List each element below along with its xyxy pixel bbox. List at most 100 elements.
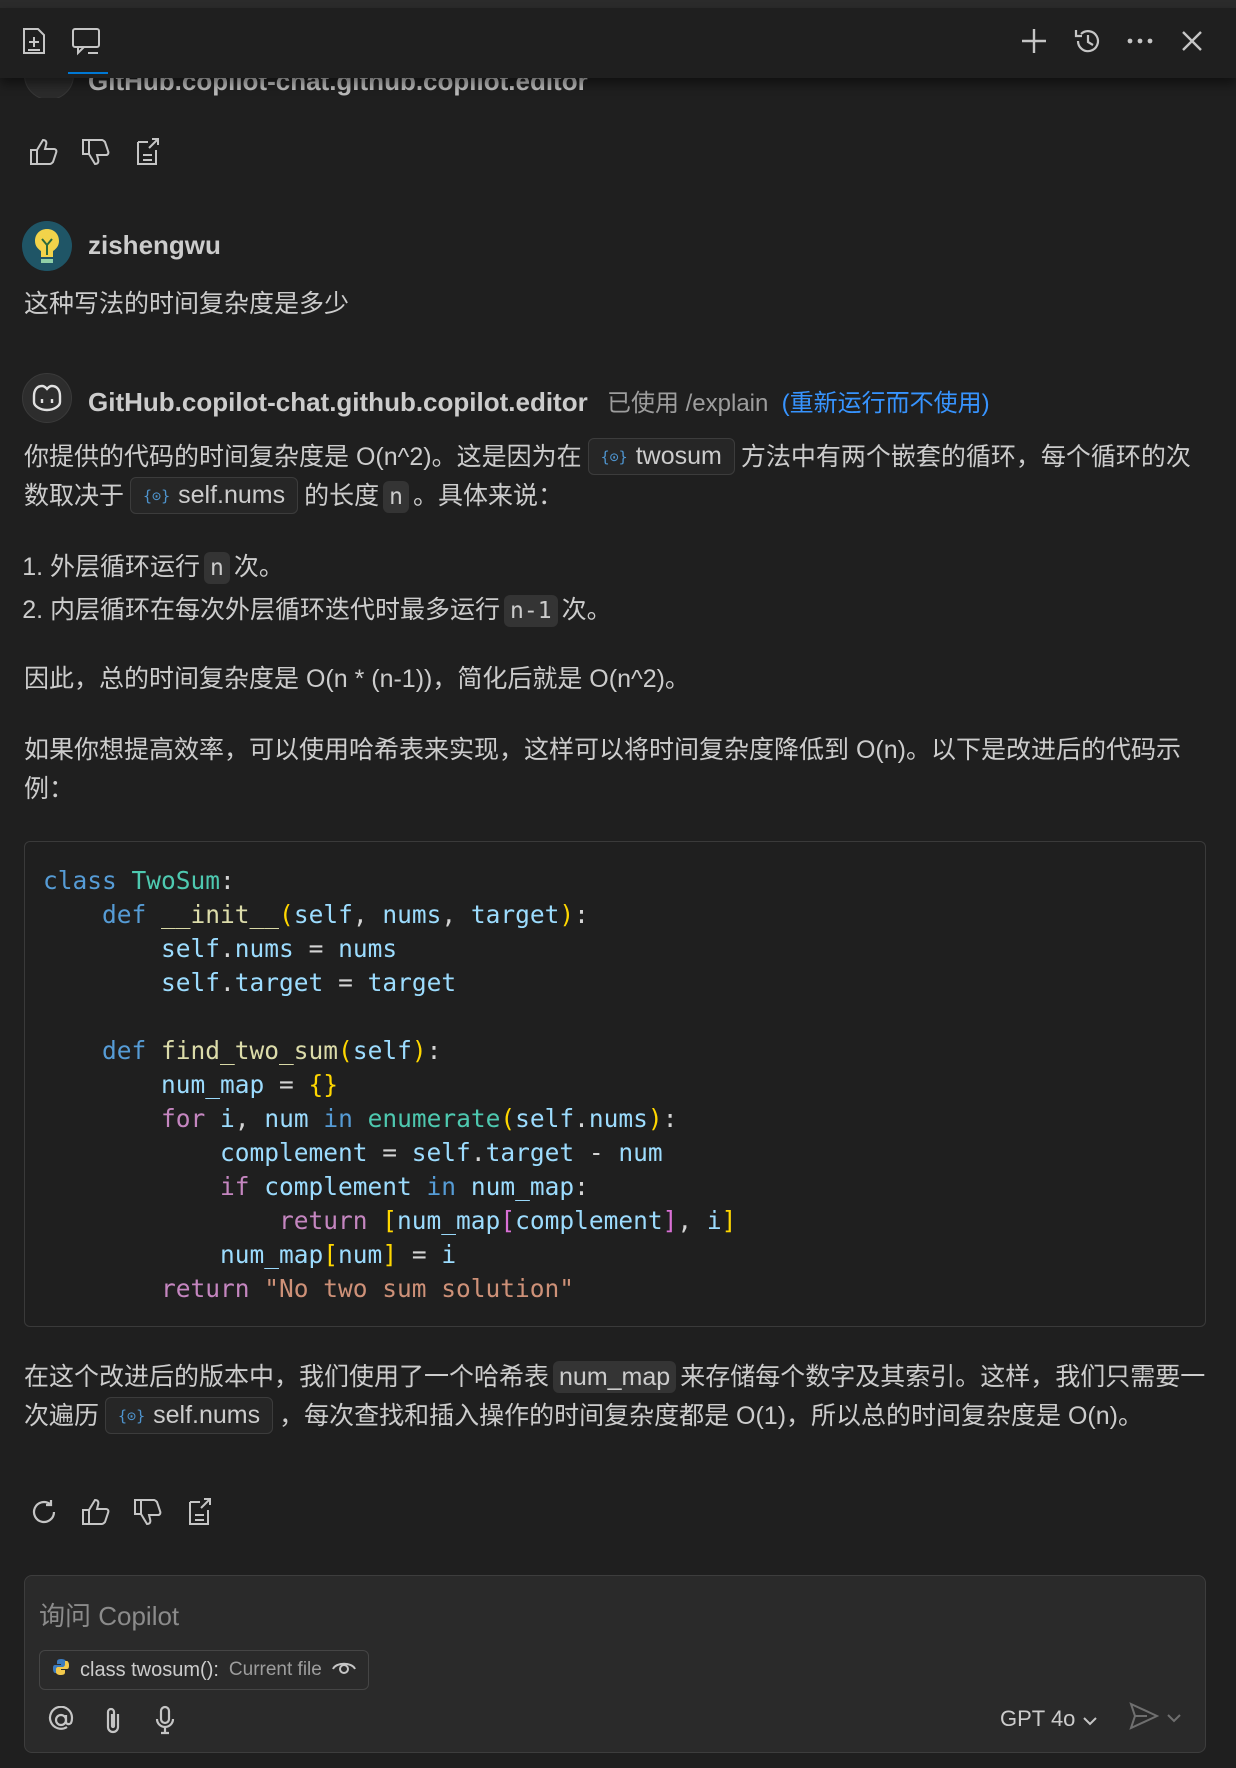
close-icon[interactable] (1174, 23, 1210, 59)
code-token: , (234, 1104, 265, 1133)
user-question: 这种写法的时间复杂度是多少 (24, 290, 350, 318)
active-view-indicator (68, 72, 108, 74)
code-token: self (515, 1104, 575, 1133)
step-item: 外层循环运行n次。 (50, 546, 612, 589)
code-token: : (220, 866, 235, 895)
previous-message-actions (28, 136, 164, 168)
chat-input-box[interactable]: 询问 Copilot class twosum(): Current file … (24, 1575, 1206, 1753)
more-icon[interactable] (1122, 23, 1158, 59)
code-token: num_map (161, 1070, 265, 1099)
code-token: ] (721, 1206, 737, 1235)
code-token: self (411, 1138, 471, 1167)
code-line: if complement in num_map: (43, 1170, 1187, 1204)
inline-code: n (204, 552, 230, 584)
code-token: ] (382, 1240, 398, 1269)
code-token: : (574, 900, 589, 929)
self-nums-reference[interactable]: {⊙} self.nums (130, 477, 299, 514)
rerun-without-link[interactable]: (重新运行而不使用) (782, 390, 990, 417)
code-token: complement (264, 1172, 412, 1201)
insert-into-file-icon[interactable] (184, 1496, 216, 1528)
send-button[interactable] (1129, 1702, 1181, 1735)
answer-paragraph-1: 你提供的代码的时间复杂度是 O(n^2)。这是因为在 {⊙} twosum 方法中有两… (24, 438, 1210, 516)
code-token: , (352, 900, 383, 929)
code-token: i (706, 1206, 722, 1235)
code-token: return (279, 1206, 383, 1235)
code-token: self (352, 1036, 412, 1065)
code-token: if (220, 1172, 265, 1201)
copilot-icon (22, 373, 72, 423)
code-token: for (161, 1104, 221, 1133)
twosum-reference[interactable]: {⊙} twosum (587, 438, 735, 475)
symbol-icon: {⊙} (600, 448, 628, 466)
chat-view-icon[interactable] (68, 23, 104, 59)
code-token: {} (308, 1070, 339, 1099)
inline-code: n (383, 481, 409, 513)
code-token: i (441, 1240, 457, 1269)
send-icon (1129, 1702, 1160, 1735)
code-token: num (618, 1138, 663, 1167)
thumbs-down-icon[interactable] (132, 1496, 164, 1528)
code-token: [ (500, 1206, 516, 1235)
code-token: ( (279, 900, 294, 929)
ref-label: self.nums (153, 1401, 261, 1429)
ref-label: twosum (635, 442, 722, 470)
microphone-icon[interactable] (147, 1702, 183, 1738)
code-token: ] (662, 1206, 678, 1235)
chip-sub-label: Current file (228, 1659, 322, 1680)
thumbs-up-icon[interactable] (28, 136, 60, 168)
code-token: in (308, 1104, 368, 1133)
model-picker[interactable]: GPT 4o (1000, 1706, 1098, 1732)
step-item: 内层循环在每次外层循环迭代时最多运行n-1次。 (50, 589, 612, 632)
history-icon[interactable] (1070, 23, 1106, 59)
code-token: . (574, 1104, 589, 1133)
code-line: num_map[num] = i (43, 1238, 1187, 1272)
code-token: = (367, 1138, 412, 1167)
self-nums-reference[interactable]: {⊙} self.nums (105, 1397, 274, 1434)
code-line (43, 1000, 1187, 1034)
p1-text-a: 你提供的代码的时间复杂度是 O(n^2)。这是因为在 (24, 443, 582, 471)
code-token: return (161, 1274, 265, 1303)
chat-input-placeholder[interactable]: 询问 Copilot (39, 1596, 179, 1633)
code-token: [ (382, 1206, 398, 1235)
code-line: self.target = target (43, 966, 1187, 1000)
context-file-chip[interactable]: class twosum(): Current file (39, 1650, 369, 1690)
code-token: nums (588, 1104, 648, 1133)
code-token: num_map (220, 1240, 324, 1269)
attach-icon[interactable] (95, 1702, 131, 1738)
code-token: ) (411, 1036, 427, 1065)
code-token: target (367, 968, 457, 997)
new-file-icon[interactable] (16, 23, 52, 59)
code-token: num_map (470, 1172, 575, 1201)
code-token: ( (338, 1036, 353, 1065)
code-token: __init__ (161, 900, 280, 929)
code-line: num_map = {} (43, 1068, 1187, 1102)
code-block[interactable]: class TwoSum: def __init__(self, nums, t… (24, 841, 1206, 1327)
insert-into-file-icon[interactable] (132, 136, 164, 168)
chevron-down-icon[interactable] (1167, 1710, 1181, 1728)
eye-icon[interactable] (331, 1658, 356, 1682)
retry-icon[interactable] (28, 1496, 60, 1528)
thumbs-up-icon[interactable] (80, 1496, 112, 1528)
code-token: enumerate (367, 1104, 501, 1133)
user-avatar (22, 221, 72, 271)
code-token: "No two sum solution" (264, 1274, 575, 1303)
plus-icon[interactable] (1016, 23, 1052, 59)
code-line: def find_two_sum(self): (43, 1034, 1187, 1068)
code-token: num (338, 1240, 383, 1269)
answer-paragraph-3: 如果你想提高效率，可以使用哈希表来实现，这样可以将时间复杂度降低到 O(n)。以… (24, 736, 1181, 803)
mention-icon[interactable] (43, 1702, 79, 1738)
symbol-icon: {⊙} (118, 1407, 146, 1425)
code-token: ) (647, 1104, 663, 1133)
code-line: complement = self.target - num (43, 1136, 1187, 1170)
step-text: 内层循环在每次外层循环迭代时最多运行 (50, 596, 501, 624)
thumbs-down-icon[interactable] (80, 136, 112, 168)
explanation-steps: 外层循环运行n次。 内层循环在每次外层循环迭代时最多运行n-1次。 (24, 546, 612, 632)
